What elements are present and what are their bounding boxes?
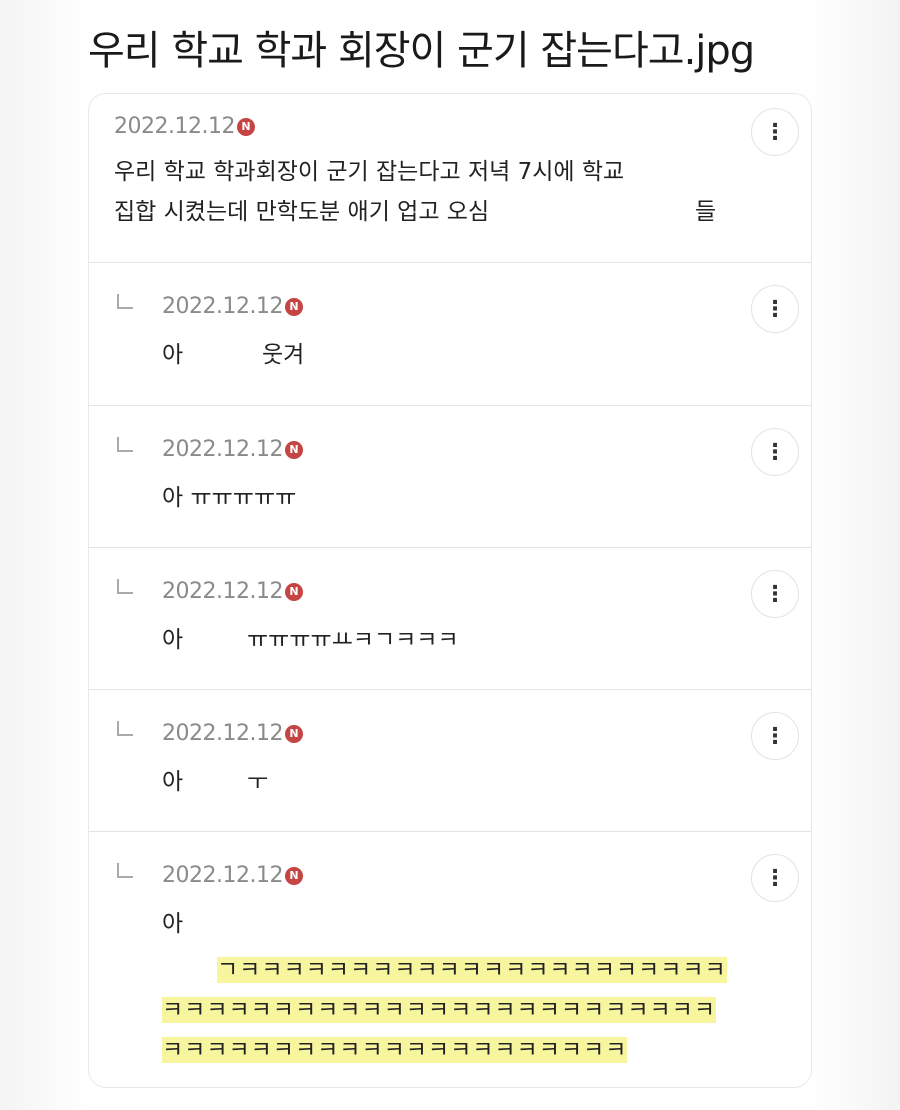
reply-item: 2022.12.12 N ⋮ 아 ㅜ (89, 689, 811, 831)
reply-item: 2022.12.12 N ⋮ 아 ㄱㅋㅋㅋㅋㅋㅋㅋㅋㅋㅋㅋㅋㅋㅋㅋㅋㅋㅋㅋㅋㅋㅋ… (89, 831, 811, 1087)
new-badge: N (284, 440, 303, 459)
reply-meta: 2022.12.12 N (162, 294, 303, 319)
comment-list: 2022.12.12 N ⋮ 우리 학교 학과회장이 군기 잡는다고 저녁 7시… (88, 93, 812, 1088)
reply-date: 2022.12.12 (162, 863, 283, 888)
reply-date: 2022.12.12 (162, 721, 283, 746)
reply-date: 2022.12.12 (162, 579, 283, 604)
reply-text-2: ㅜ (247, 769, 269, 795)
new-badge: N (284, 297, 303, 316)
reply-text: 아 (162, 911, 184, 937)
more-options-button[interactable]: ⋮ (751, 428, 799, 476)
post-text-line-1: 우리 학교 학과회장이 군기 잡는다고 저녁 7시에 학교 (114, 159, 625, 185)
reply-text-2: 웃겨 (262, 342, 305, 368)
more-options-button[interactable]: ⋮ (751, 712, 799, 760)
reply-arrow-icon (117, 863, 133, 878)
reply-text-2: ㅠㅠㅠㅠㅛㅋㄱㅋㅋㅋ (247, 627, 459, 653)
reply-date: 2022.12.12 (162, 437, 283, 462)
new-badge: N (284, 866, 303, 885)
page-title: 우리 학교 학과 회장이 군기 잡는다고.jpg (88, 28, 755, 74)
reply-date: 2022.12.12 (162, 294, 283, 319)
highlighted-text-line-3: ㅋㅋㅋㅋㅋㅋㅋㅋㅋㅋㅋㅋㅋㅋㅋㅋㅋㅋㅋㅋㅋ (162, 1037, 628, 1063)
reply-meta: 2022.12.12 N (162, 437, 303, 462)
highlighted-text-line-1: ㄱㅋㅋㅋㅋㅋㅋㅋㅋㅋㅋㅋㅋㅋㅋㅋㅋㅋㅋㅋㅋㅋㅋ (217, 957, 727, 983)
reply-meta: 2022.12.12 N (162, 579, 303, 604)
reply-meta: 2022.12.12 N (162, 721, 303, 746)
reply-arrow-icon (117, 437, 133, 452)
reply-item: 2022.12.12 N ⋮ 아 ㅠㅠㅠㅠㅠ (89, 405, 811, 547)
reply-text: 아 (162, 342, 184, 368)
reply-arrow-icon (117, 721, 133, 736)
new-badge: N (284, 582, 303, 601)
new-badge: N (236, 117, 255, 136)
more-options-button[interactable]: ⋮ (751, 108, 799, 156)
reply-arrow-icon (117, 294, 133, 309)
reply-arrow-icon (117, 579, 133, 594)
post-meta: 2022.12.12 N (114, 114, 255, 139)
more-options-button[interactable]: ⋮ (751, 570, 799, 618)
reply-meta: 2022.12.12 N (162, 863, 303, 888)
post-text-line-2: 집합 시켰는데 만학도분 애기 업고 오심 (114, 199, 490, 225)
reply-text: 아 (162, 769, 184, 795)
reply-item: 2022.12.12 N ⋮ 아 ㅠㅠㅠㅠㅛㅋㄱㅋㅋㅋ (89, 547, 811, 689)
more-options-button[interactable]: ⋮ (751, 854, 799, 902)
post-date: 2022.12.12 (114, 114, 235, 139)
highlighted-text-line-2: ㅋㅋㅋㅋㅋㅋㅋㅋㅋㅋㅋㅋㅋㅋㅋㅋㅋㅋㅋㅋㅋㅋㅋㅋㅋ (162, 997, 717, 1023)
post: 2022.12.12 N ⋮ 우리 학교 학과회장이 군기 잡는다고 저녁 7시… (89, 94, 811, 262)
post-text-tail: 들 (695, 199, 717, 225)
new-badge: N (284, 724, 303, 743)
reply-text: 아 ㅠㅠㅠㅠㅠ (162, 485, 297, 511)
more-options-button[interactable]: ⋮ (751, 285, 799, 333)
reply-text: 아 (162, 627, 184, 653)
reply-item: 2022.12.12 N ⋮ 아 웃겨 (89, 262, 811, 405)
